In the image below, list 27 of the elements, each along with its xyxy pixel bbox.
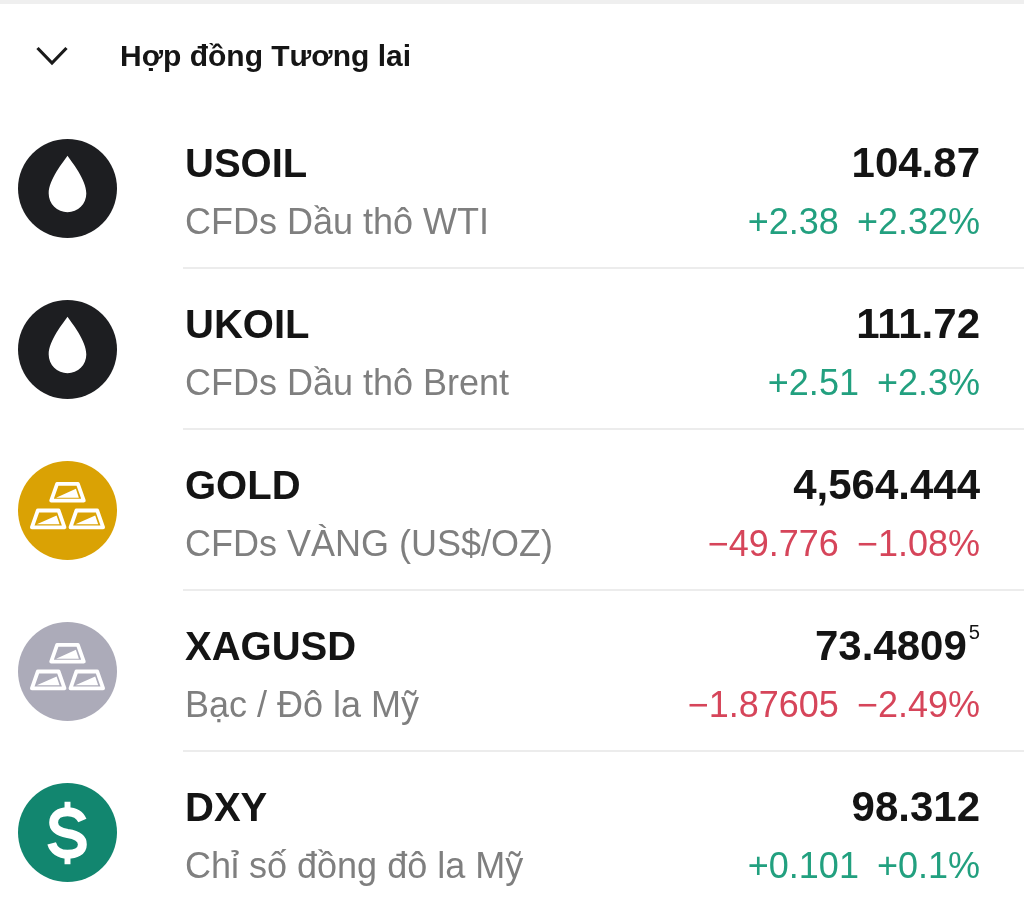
price-change: +2.51 [767, 361, 859, 405]
price-change: +0.101 [747, 844, 859, 888]
instrument-symbol: USOIL [185, 140, 308, 187]
price-change: −49.776 [707, 522, 839, 566]
price: 111.72 [856, 299, 980, 349]
instrument-name: CFDs Dầu thô Brent [185, 361, 510, 405]
section-title: Hợp đồng Tương lai [120, 38, 411, 74]
instrument-symbol: GOLD [185, 462, 301, 509]
price: 73.4809$^{5}$ [814, 621, 980, 671]
instrument-symbol: UKOIL [185, 301, 310, 348]
percent-change: +2.32% [856, 200, 980, 244]
instrument-name: CFDs Dầu thô WTI [185, 200, 490, 244]
instrument-name: CFDs VÀNG (US$/OZ) [185, 522, 553, 566]
price: 104.87 [851, 138, 980, 188]
percent-change: +2.3% [876, 361, 980, 405]
instrument-symbol: DXY [185, 784, 268, 831]
price-change: +2.38 [747, 200, 839, 244]
price: 98.312 [851, 782, 980, 832]
instrument-name: Bạc / Đô la Mỹ [185, 683, 420, 727]
percent-change: +0.1% [876, 844, 980, 888]
price-change: −1.87605 [687, 683, 839, 727]
instrument-name: Chỉ số đồng đô la Mỹ [185, 844, 524, 888]
percent-change: −1.08% [856, 522, 980, 566]
price: 4,564.444 [793, 460, 980, 510]
percent-change: −2.49% [856, 683, 980, 727]
chevron-down-icon[interactable] [36, 46, 68, 66]
instrument-symbol: XAGUSD [185, 623, 357, 670]
